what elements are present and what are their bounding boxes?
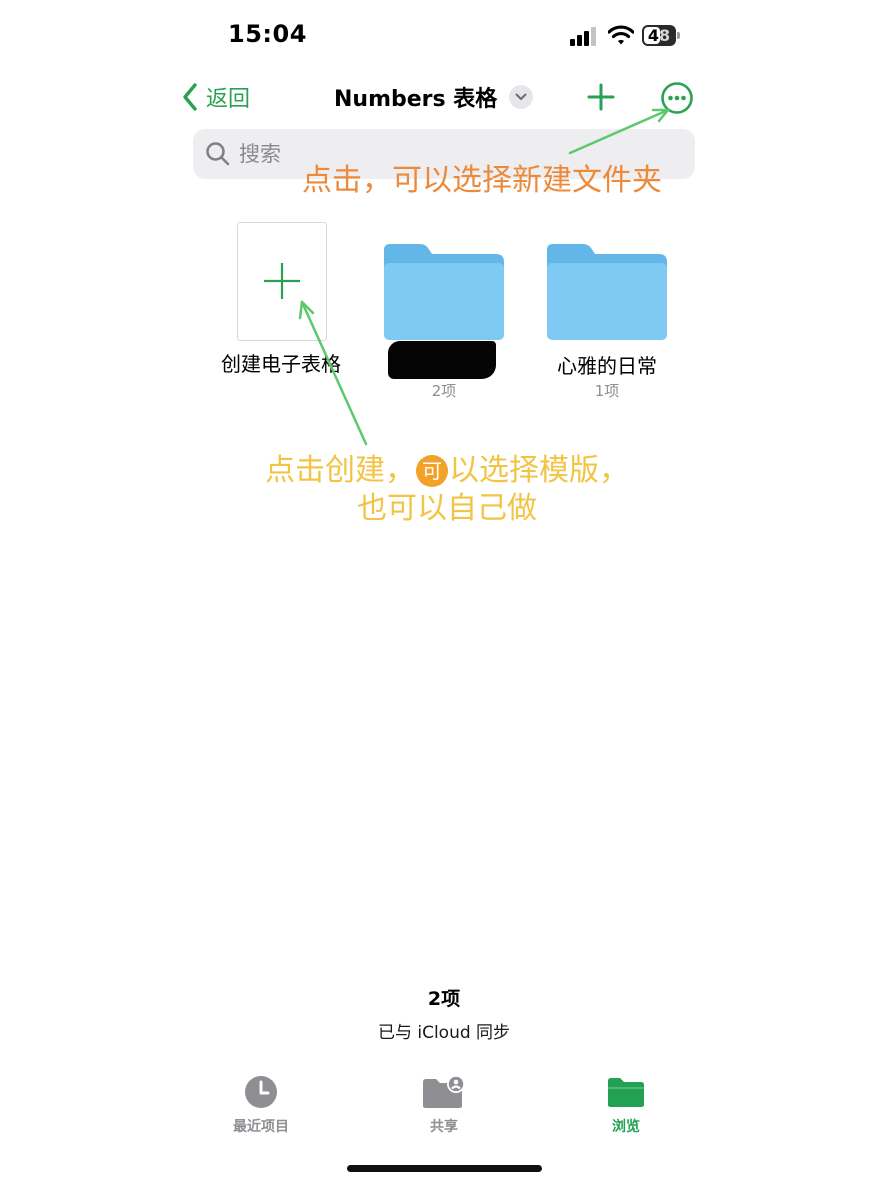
folder-name: 心雅的日常 xyxy=(557,354,657,378)
create-spreadsheet-label: 创建电子表格 xyxy=(221,352,341,376)
back-label: 返回 xyxy=(206,87,251,112)
page-title: Numbers 表格 xyxy=(334,87,498,112)
icloud-sync-status: 已与 iCloud 同步 xyxy=(377,1023,511,1043)
shared-folder-icon xyxy=(423,1075,465,1108)
folder-item-count: 1项 xyxy=(594,382,620,400)
plus-icon xyxy=(264,263,300,299)
folder-item-count: 2项 xyxy=(431,382,457,400)
tab-browse[interactable]: 浏览 xyxy=(566,1074,686,1136)
emoji-badge: 可 xyxy=(416,455,448,487)
item-count: 2项 xyxy=(427,988,461,1010)
folder-icon xyxy=(608,1078,644,1107)
annotation-new-folder: 点击，可以选择新建文件夹 xyxy=(302,163,662,198)
chevron-left-icon xyxy=(183,83,197,111)
battery-level: 48 xyxy=(647,26,671,45)
battery-indicator: 48 xyxy=(642,25,682,46)
status-time: 15:04 xyxy=(228,20,307,48)
back-button[interactable]: 返回 xyxy=(182,80,250,114)
folder-icon[interactable] xyxy=(384,244,504,340)
annotation-create-template: 点击创建，可以选择模版，也可以自己做 xyxy=(262,452,632,528)
add-icon[interactable] xyxy=(586,82,616,112)
annotation-text: 点击创建， xyxy=(265,453,415,488)
tab-label: 最近项目 xyxy=(233,1119,289,1135)
clock-icon xyxy=(245,1076,277,1108)
chevron-down-icon xyxy=(509,85,534,109)
folder-title-menu[interactable]: Numbers 表格 xyxy=(334,81,534,113)
tab-label: 浏览 xyxy=(612,1119,640,1135)
wifi-icon xyxy=(608,25,634,45)
tab-recents[interactable]: 最近项目 xyxy=(201,1074,321,1136)
cellular-signal-icon xyxy=(570,27,596,46)
more-options-icon[interactable] xyxy=(660,81,694,115)
search-icon xyxy=(206,142,230,166)
tab-shared[interactable]: 共享 xyxy=(384,1074,504,1136)
tab-label: 共享 xyxy=(430,1119,458,1135)
folder-icon[interactable] xyxy=(547,244,667,340)
home-indicator[interactable] xyxy=(347,1165,542,1172)
redacted-folder-name xyxy=(388,341,496,379)
create-spreadsheet-button[interactable] xyxy=(237,222,327,341)
